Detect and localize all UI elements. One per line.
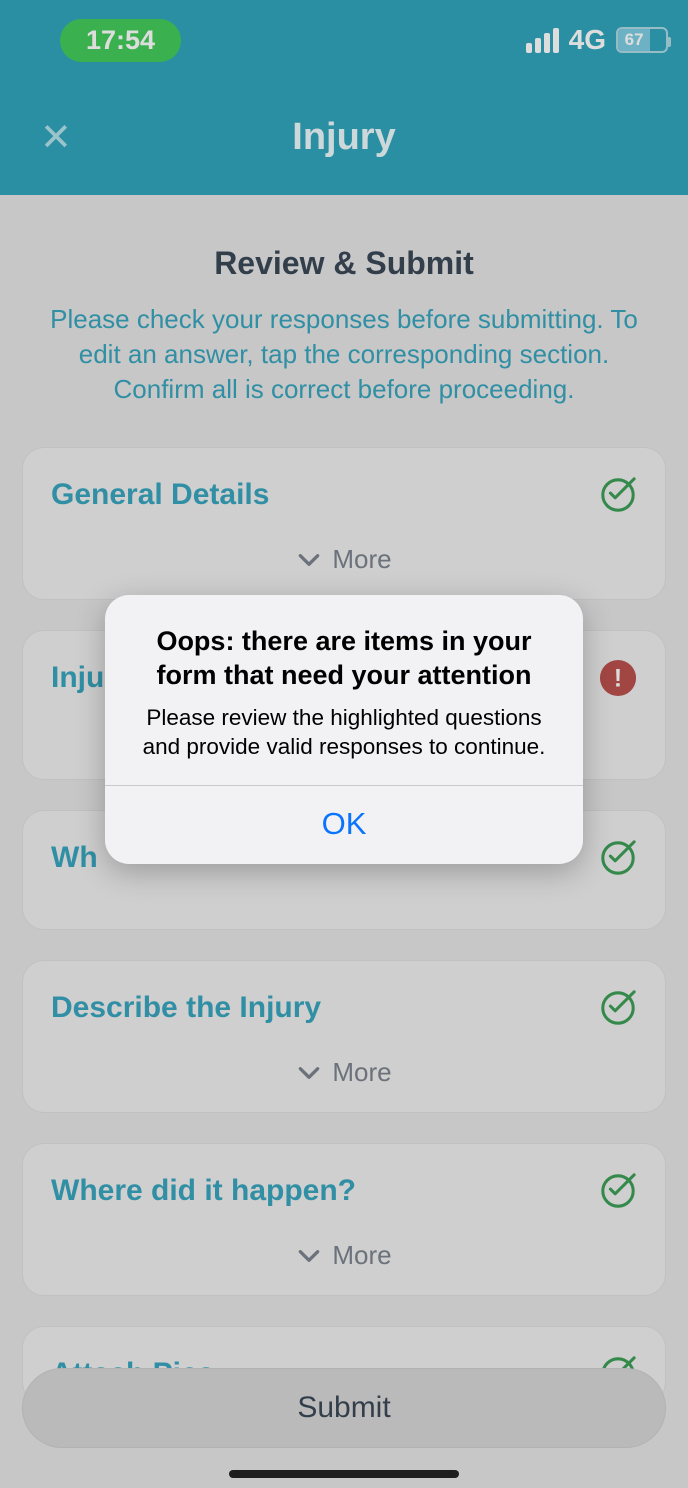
alert-dialog: Oops: there are items in your form that …	[105, 595, 583, 864]
alert-title: Oops: there are items in your form that …	[131, 625, 557, 693]
alert-ok-button[interactable]: OK	[105, 786, 583, 864]
alert-message: Please review the highlighted questions …	[131, 703, 557, 762]
app-root: 17:54 4G 67 ✕ Injury Review & Submit Ple…	[0, 0, 688, 1488]
alert-body: Oops: there are items in your form that …	[105, 595, 583, 785]
